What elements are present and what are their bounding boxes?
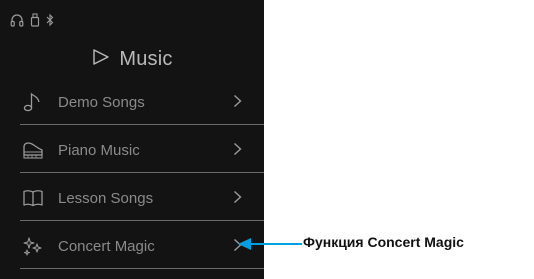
open-book-icon xyxy=(20,185,46,211)
sparkles-icon xyxy=(20,233,46,259)
menu-item-concert-magic[interactable]: Concert Magic xyxy=(20,223,264,269)
callout-label: Функция Concert Magic xyxy=(303,234,464,250)
chevron-right-icon[interactable] xyxy=(233,94,242,113)
page-title: Music xyxy=(119,47,173,70)
chevron-right-icon[interactable] xyxy=(233,190,242,209)
chevron-right-icon[interactable] xyxy=(233,142,242,161)
piano-display-screen: Music Demo Songs Piano Music Lesson Song… xyxy=(0,0,264,279)
bluetooth-icon xyxy=(46,13,54,27)
menu-item-label: Lesson Songs xyxy=(58,189,154,207)
divider xyxy=(20,220,264,221)
menu-item-piano-music[interactable]: Piano Music xyxy=(20,127,264,173)
headphones-icon xyxy=(10,13,24,27)
divider xyxy=(20,268,264,269)
status-bar xyxy=(10,12,54,28)
music-header: Music xyxy=(0,42,264,76)
menu-item-label: Demo Songs xyxy=(58,93,145,111)
grand-piano-icon xyxy=(20,137,46,163)
usb-memory-icon xyxy=(30,13,40,27)
music-note-icon xyxy=(20,89,46,115)
menu-item-demo-songs[interactable]: Demo Songs xyxy=(20,79,264,125)
menu-item-label: Concert Magic xyxy=(58,237,155,255)
divider xyxy=(20,172,264,173)
play-outline-icon xyxy=(91,47,111,72)
manual-figure: Music Demo Songs Piano Music Lesson Song… xyxy=(0,0,534,279)
callout-arrow-icon xyxy=(238,237,302,256)
divider xyxy=(20,124,264,125)
menu-item-label: Piano Music xyxy=(58,141,140,159)
menu-item-lesson-songs[interactable]: Lesson Songs xyxy=(20,175,264,221)
